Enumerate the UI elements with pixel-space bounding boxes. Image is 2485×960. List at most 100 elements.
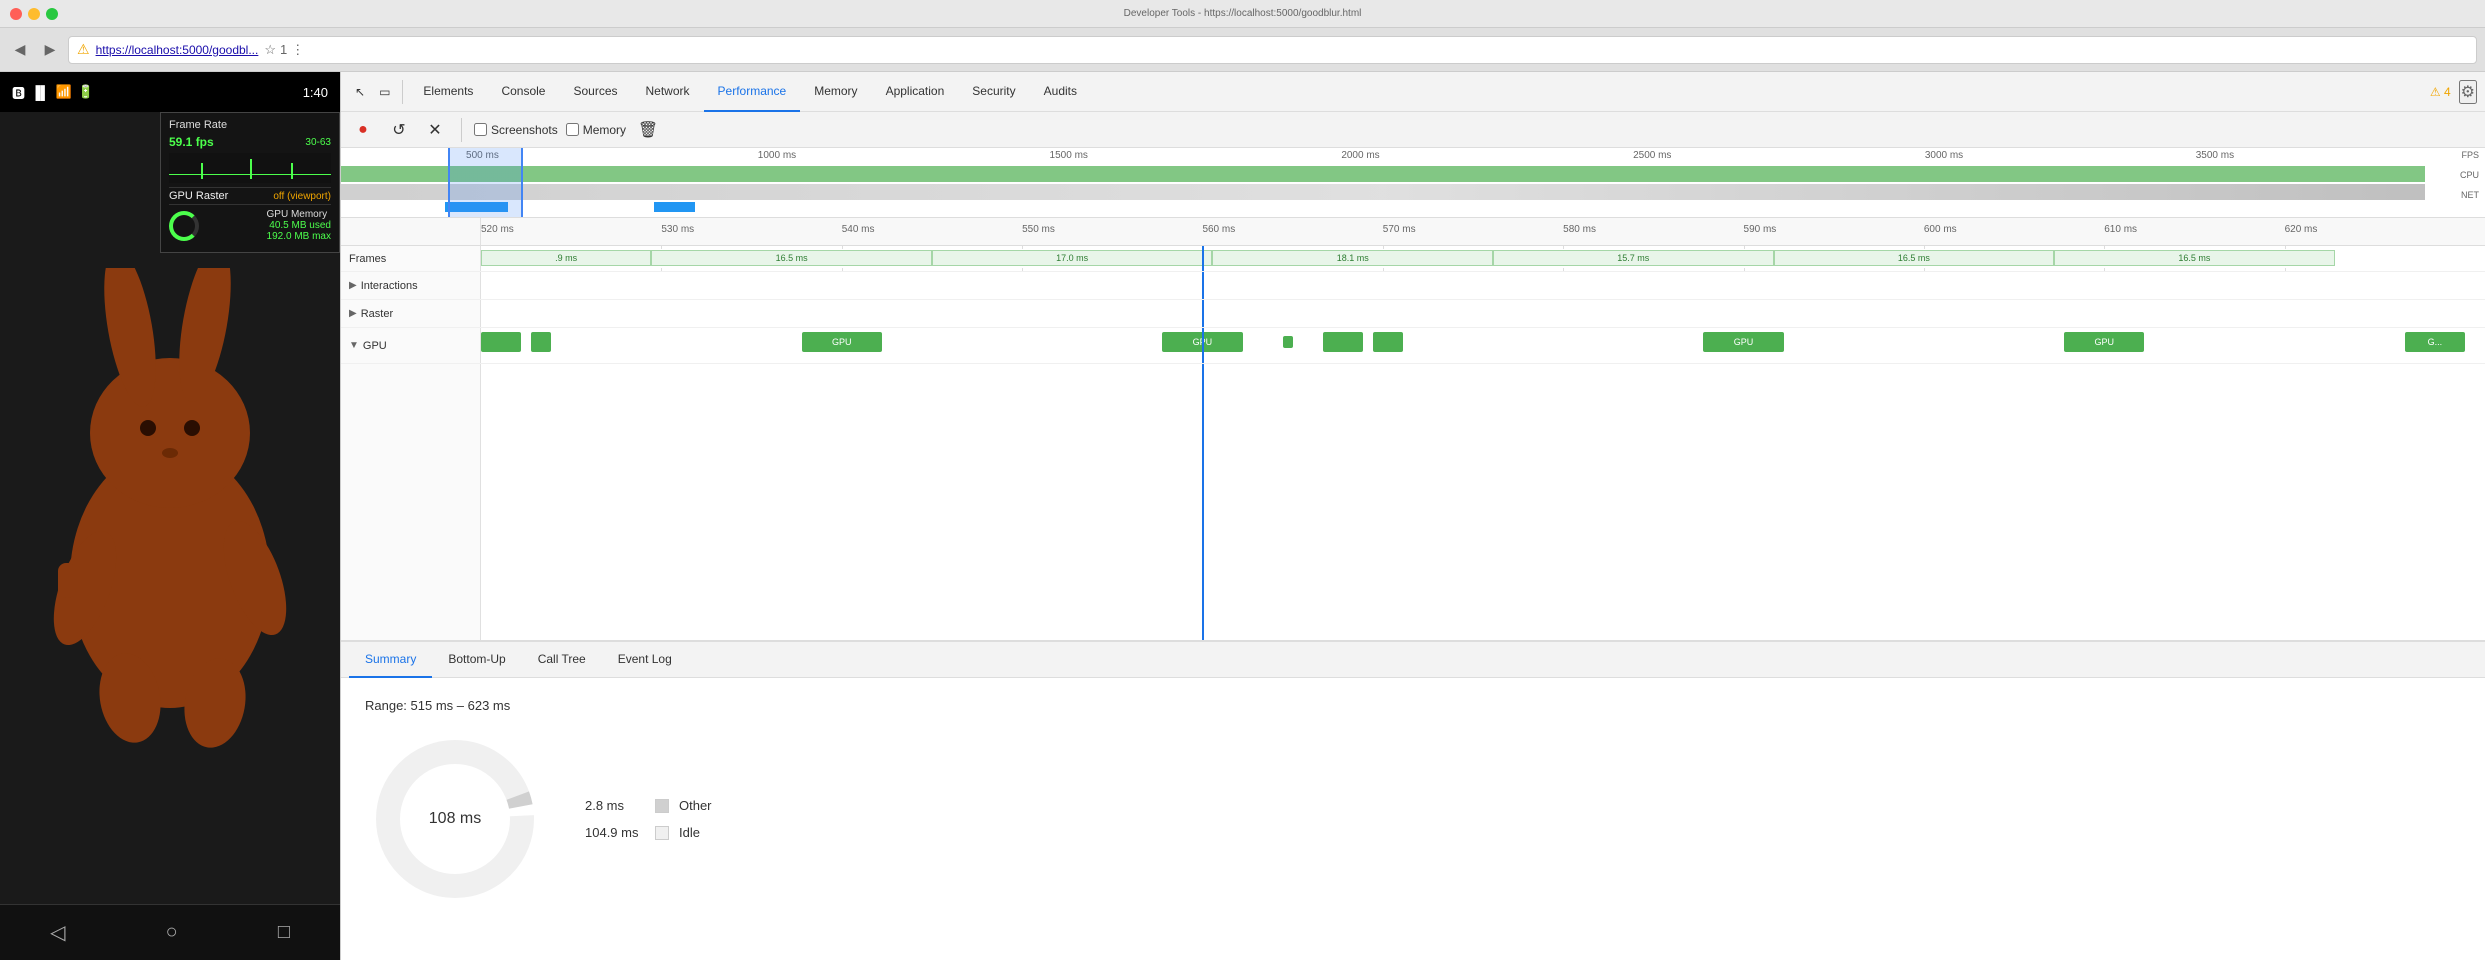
tab-performance[interactable]: Performance <box>704 72 801 112</box>
track-area: Frames <box>341 246 2485 640</box>
home-nav-icon[interactable]: ○ <box>166 921 178 944</box>
gpu-block-6: GPU <box>2064 332 2144 352</box>
cpu-track-label: CPU <box>2460 170 2479 180</box>
summary-left: Range: 515 ms – 623 ms 108 ms <box>365 698 545 940</box>
tab-memory[interactable]: Memory <box>800 72 871 112</box>
status-icons-left: 🅱 ▐▌ 📶 🔋 <box>12 83 94 102</box>
tab-security[interactable]: Security <box>958 72 1029 112</box>
frames-content[interactable]: .9 ms 16.5 ms 17.0 ms 18.1 ms 15.7 ms 16… <box>481 246 2485 271</box>
gpu-label-text: GPU <box>363 340 387 352</box>
close-button[interactable] <box>10 8 22 20</box>
content-area: 🅱 ▐▌ 📶 🔋 1:40 <box>0 72 2485 960</box>
forward-button[interactable]: ▶ <box>38 38 62 62</box>
window-title: Developer Tools - https://localhost:5000… <box>1124 8 1362 19</box>
settings-gear-button[interactable]: ⚙ <box>2459 80 2477 104</box>
device-tool-button[interactable]: ▭ <box>373 81 396 103</box>
back-nav-icon[interactable]: ◁ <box>50 920 65 945</box>
ruler-530: 530 ms <box>661 224 694 235</box>
record-button[interactable]: ● <box>349 116 377 144</box>
fps-spike-3 <box>291 163 293 179</box>
tab-application[interactable]: Application <box>872 72 959 112</box>
maximize-button[interactable] <box>46 8 58 20</box>
timeline-cursor-empty <box>1202 364 1204 640</box>
overlay-card: Frame Rate 59.1 fps 30-63 GPU Raster off… <box>160 112 340 253</box>
ruler-550: 550 ms <box>1022 224 1055 235</box>
memory-checkbox-group[interactable]: Memory <box>566 123 626 137</box>
bluetooth-icon: 🅱 <box>12 83 25 102</box>
gpu-block-small <box>1283 336 1293 348</box>
tab-event-log[interactable]: Event Log <box>602 642 688 678</box>
tab-network[interactable]: Network <box>632 72 704 112</box>
time-display: 1:40 <box>303 85 328 100</box>
timeline-overview[interactable]: 500 ms 1000 ms 1500 ms 2000 ms 2500 ms 3… <box>341 148 2485 218</box>
cpu-bar-overview <box>341 184 2425 200</box>
ruler-570: 570 ms <box>1383 224 1416 235</box>
address-actions: ☆ 1 ⋮ <box>264 42 304 58</box>
gpu-memory-title: GPU Memory <box>267 209 328 220</box>
perf-toolbar: ● ↺ ✕ Screenshots Memory 🗑 <box>341 112 2485 148</box>
tab-call-tree[interactable]: Call Tree <box>522 642 602 678</box>
raster-expand-arrow[interactable]: ▶ <box>349 308 357 319</box>
menu-button[interactable]: ⋮ <box>291 42 304 58</box>
security-warning-icon: ⚠ <box>77 41 90 58</box>
cursor-tool-button[interactable]: ↖ <box>349 81 371 103</box>
tab-sources[interactable]: Sources <box>559 72 631 112</box>
raster-label: ▶ Raster <box>341 300 481 327</box>
tab-bottom-up[interactable]: Bottom-Up <box>432 642 521 678</box>
tab-elements[interactable]: Elements <box>409 72 487 112</box>
ruler-520: 520 ms <box>481 224 514 235</box>
bunny-image <box>30 268 310 748</box>
interactions-expand-arrow[interactable]: ▶ <box>349 280 357 291</box>
tab-summary[interactable]: Summary <box>349 642 432 678</box>
frame-block-6: 16.5 ms <box>1774 250 2055 266</box>
tabs-button[interactable]: 1 <box>280 42 287 58</box>
other-value: 2.8 ms <box>585 798 645 813</box>
ruler-560: 560 ms <box>1202 224 1235 235</box>
back-button[interactable]: ◀ <box>8 38 32 62</box>
minimize-button[interactable] <box>28 8 40 20</box>
gpu-block-4 <box>1323 332 1363 352</box>
gpu-block-7: G... <box>2405 332 2465 352</box>
screenshots-checkbox[interactable] <box>474 123 487 136</box>
clear-button[interactable]: ✕ <box>421 116 449 144</box>
fps-track-label: FPS <box>2461 150 2479 160</box>
frame-block-2: 16.5 ms <box>651 250 932 266</box>
raster-track: ▶ Raster <box>341 300 2485 328</box>
bottom-tabs: Summary Bottom-Up Call Tree Event Log <box>341 642 2485 678</box>
selection-highlight <box>448 148 523 217</box>
warning-badge: ⚠ 4 <box>2430 85 2451 99</box>
gpu-content[interactable]: GPU GPU GPU GPU G... <box>481 328 2485 363</box>
timeline-detail: 520 ms 530 ms 540 ms 550 ms 560 ms 570 m… <box>341 218 2485 640</box>
tab-console[interactable]: Console <box>487 72 559 112</box>
fps-spike-2 <box>250 159 252 179</box>
devtools-toolbar: ↖ ▭ Elements Console Sources Network Per… <box>341 72 2485 112</box>
memory-checkbox[interactable] <box>566 123 579 136</box>
address-bar[interactable]: ⚠ https://localhost:5000/goodbl... ☆ 1 ⋮ <box>68 36 2477 64</box>
gpu-memory-row: GPU Memory 40.5 MB used 192.0 MB max <box>169 204 331 246</box>
overview-label-2000: 2000 ms <box>1341 150 1379 161</box>
phone-nav-bar[interactable]: ◁ ○ □ <box>0 904 340 960</box>
delete-recording-button[interactable]: 🗑 <box>634 116 662 144</box>
bookmark-button[interactable]: ☆ <box>264 42 276 58</box>
window-controls[interactable] <box>10 8 58 20</box>
gpu-raster-row: GPU Raster off (viewport) <box>169 187 331 204</box>
frame-rate-title: Frame Rate <box>169 119 331 131</box>
phone-view: 🅱 ▐▌ 📶 🔋 1:40 <box>0 72 340 960</box>
timeline-cursor-raster <box>1202 300 1204 327</box>
fps-bar-overview <box>341 166 2425 182</box>
toolbar-right: ⚠ 4 ⚙ <box>2430 80 2477 104</box>
frames-track: Frames <box>341 246 2485 272</box>
title-bar: Developer Tools - https://localhost:5000… <box>0 0 2485 28</box>
refresh-record-button[interactable]: ↺ <box>385 116 413 144</box>
wifi-icon: 📶 <box>55 84 71 100</box>
tab-audits[interactable]: Audits <box>1030 72 1091 112</box>
recent-nav-icon[interactable]: □ <box>278 921 290 944</box>
screenshots-checkbox-group[interactable]: Screenshots <box>474 123 558 137</box>
frame-block-4: 18.1 ms <box>1212 250 1493 266</box>
gpu-collapse-arrow[interactable]: ▼ <box>349 340 359 351</box>
gpu-memory-max: 192.0 MB max <box>267 231 331 242</box>
phone-status-bar: 🅱 ▐▌ 📶 🔋 1:40 <box>0 72 340 112</box>
ruler-620: 620 ms <box>2285 224 2318 235</box>
net-bar-overview <box>341 202 2425 212</box>
time-ruler: 520 ms 530 ms 540 ms 550 ms 560 ms 570 m… <box>341 218 2485 246</box>
